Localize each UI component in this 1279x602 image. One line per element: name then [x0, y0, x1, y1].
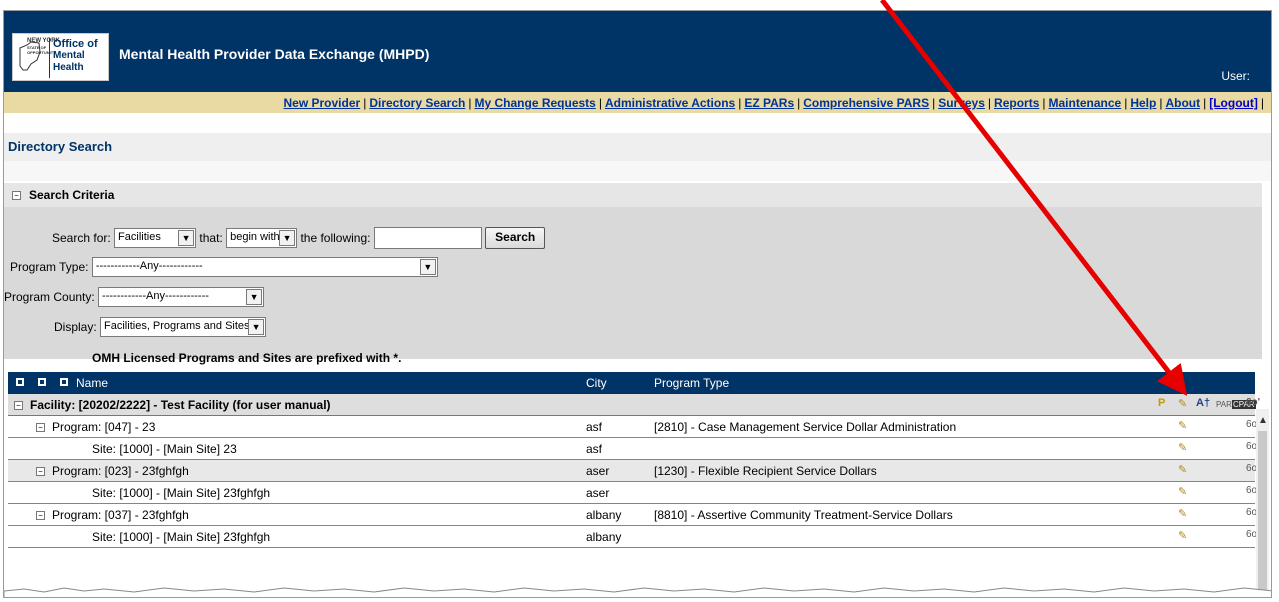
- display-row: Display: Facilities, Programs and Sites ▼: [54, 317, 267, 337]
- table-row: − Program: [023] - 23fghfgh aser [1230] -…: [8, 460, 1259, 482]
- row-name[interactable]: Program: [023] - 23fghfgh: [52, 464, 189, 478]
- chevron-down-icon[interactable]: ▼: [178, 230, 195, 246]
- add-at-icon[interactable]: A†: [1196, 397, 1210, 409]
- edit-pencil-icon[interactable]: ✎: [1178, 529, 1187, 542]
- results-table: − Facility: [20202/2222] - Test Facility …: [8, 394, 1260, 548]
- app-window: NEW YORK STATE OF OPPORTUNITY. Office of…: [3, 10, 1272, 598]
- nav-new-provider[interactable]: New Provider: [283, 96, 360, 110]
- provider-p-icon[interactable]: P: [1158, 397, 1165, 409]
- licensed-note: OMH Licensed Programs and Sites are pref…: [92, 351, 402, 365]
- search-for-select[interactable]: Facilities ▼: [114, 228, 197, 248]
- search-criteria-panel: Search for: Facilities ▼ that: begin with…: [4, 207, 1262, 365]
- chevron-down-icon[interactable]: ▼: [246, 289, 263, 305]
- nav-maintenance[interactable]: Maintenance: [1049, 96, 1122, 110]
- collapse-icon[interactable]: −: [36, 511, 45, 521]
- row-program-type: [2810] - Case Management Service Dollar …: [654, 420, 957, 434]
- row-name[interactable]: Program: [037] - 23fghfgh: [52, 508, 189, 522]
- chevron-down-icon[interactable]: ▼: [419, 259, 436, 275]
- omh-logo: NEW YORK STATE OF OPPORTUNITY. Office of…: [12, 33, 109, 81]
- edit-pencil-icon[interactable]: ✎: [1178, 507, 1187, 520]
- search-for-label: Search for:: [52, 231, 111, 245]
- table-row: Site: [1000] - [Main Site] 23fghfgh alba…: [8, 526, 1259, 548]
- row-name[interactable]: Site: [1000] - [Main Site] 23fghfgh: [92, 530, 270, 544]
- program-type-label: Program Type:: [10, 260, 89, 274]
- nav-logout[interactable]: [Logout]: [1209, 96, 1258, 110]
- program-type-row: Program Type: ------------Any-----------…: [10, 257, 438, 277]
- program-county-select[interactable]: ------------Any------------ ▼: [98, 287, 265, 307]
- nav-my-change-requests[interactable]: My Change Requests: [474, 96, 595, 110]
- app-header: NEW YORK STATE OF OPPORTUNITY. Office of…: [4, 11, 1271, 92]
- app-title: Mental Health Provider Data Exchange (MH…: [119, 46, 430, 62]
- chevron-down-icon[interactable]: ▼: [279, 230, 296, 246]
- column-city[interactable]: City: [586, 376, 607, 390]
- nav-surveys[interactable]: Surveys: [938, 96, 985, 110]
- view-glasses-icon[interactable]: 6o': [1246, 397, 1260, 408]
- torn-edge: [4, 587, 1271, 597]
- table-row: Site: [1000] - [Main Site] 23 asf ✎ 6o': [8, 438, 1259, 460]
- table-row: − Program: [037] - 23fghfgh albany [8810]…: [8, 504, 1259, 526]
- nav-ez-pars[interactable]: EZ PARs: [744, 96, 794, 110]
- row-name[interactable]: Program: [047] - 23: [52, 420, 155, 434]
- column-program-type[interactable]: Program Type: [654, 376, 729, 390]
- row-city: albany: [586, 508, 622, 522]
- row-program-type: [1230] - Flexible Recipient Service Doll…: [654, 464, 877, 478]
- section-spacer: [4, 161, 1271, 181]
- row-name[interactable]: Site: [1000] - [Main Site] 23: [92, 442, 237, 456]
- search-button[interactable]: Search: [485, 227, 546, 249]
- collapse-all-icon[interactable]: [38, 378, 46, 386]
- edit-pencil-icon[interactable]: ✎: [1178, 463, 1187, 476]
- nav-administrative-actions[interactable]: Administrative Actions: [605, 96, 735, 110]
- results-table-header: Name City Program Type: [8, 372, 1255, 394]
- program-county-row: Program County: ------------Any---------…: [4, 287, 265, 307]
- that-select[interactable]: begin with ▼: [226, 228, 298, 248]
- scrollbar-thumb[interactable]: [1258, 431, 1267, 591]
- expand-all-icon[interactable]: [16, 378, 24, 386]
- page-title: Directory Search: [4, 133, 1271, 161]
- row-city: asf: [586, 442, 603, 456]
- program-county-label: Program County:: [4, 290, 95, 304]
- row-city: aser: [586, 486, 610, 500]
- collapse-icon[interactable]: −: [12, 191, 21, 201]
- logo-agency-text: Office of Mental Health: [53, 38, 98, 73]
- search-text-input[interactable]: [373, 227, 482, 249]
- that-label: that:: [199, 231, 223, 245]
- display-label: Display:: [54, 320, 97, 334]
- table-row: − Program: [047] - 23 asf [2810] - Case M…: [8, 416, 1259, 438]
- edit-pencil-icon[interactable]: ✎: [1178, 441, 1187, 454]
- facility-row: − Facility: [20202/2222] - Test Facility …: [8, 394, 1260, 416]
- collapse-icon[interactable]: −: [36, 467, 45, 477]
- nav-comprehensive-pars[interactable]: Comprehensive PARS: [803, 96, 929, 110]
- collapse-icon[interactable]: −: [36, 423, 45, 433]
- row-city: aser: [586, 464, 610, 478]
- vertical-scrollbar[interactable]: ▲: [1256, 409, 1269, 597]
- display-select[interactable]: Facilities, Programs and Sites ▼: [100, 317, 267, 337]
- search-criteria-title: Search Criteria: [29, 188, 115, 202]
- user-label: User:: [1221, 69, 1250, 83]
- nav-directory-search[interactable]: Directory Search: [369, 96, 465, 110]
- nav-reports[interactable]: Reports: [994, 96, 1039, 110]
- top-nav: New Provider | Directory Search | My Change …: [4, 92, 1271, 113]
- column-name[interactable]: Name: [76, 376, 108, 390]
- facility-name[interactable]: Facility: [20202/2222] - Test Facility (…: [30, 398, 331, 412]
- row-name[interactable]: Site: [1000] - [Main Site] 23fghfgh: [92, 486, 270, 500]
- table-row: Site: [1000] - [Main Site] 23fghfgh aser…: [8, 482, 1259, 504]
- program-type-select[interactable]: ------------Any------------ ▼: [91, 257, 438, 277]
- row-city: albany: [586, 530, 622, 544]
- chevron-down-icon[interactable]: ▼: [248, 319, 265, 335]
- following-label: the following:: [300, 231, 371, 245]
- par-icon[interactable]: PAR: [1216, 400, 1232, 409]
- row-program-type: [8810] - Assertive Community Treatment-S…: [654, 508, 953, 522]
- nav-about[interactable]: About: [1165, 96, 1200, 110]
- search-for-row: Search for: Facilities ▼ that: begin with…: [52, 227, 546, 249]
- edit-pencil-icon[interactable]: ✎: [1178, 397, 1187, 410]
- edit-pencil-icon[interactable]: ✎: [1178, 419, 1187, 432]
- scroll-up-icon[interactable]: ▲: [1258, 415, 1268, 426]
- search-criteria-header[interactable]: − Search Criteria: [4, 183, 1262, 207]
- logo-divider: [49, 38, 50, 78]
- collapse-icon[interactable]: −: [14, 401, 23, 411]
- nav-help[interactable]: Help: [1130, 96, 1156, 110]
- toggle-icon[interactable]: [60, 378, 68, 386]
- row-city: asf: [586, 420, 603, 434]
- edit-pencil-icon[interactable]: ✎: [1178, 485, 1187, 498]
